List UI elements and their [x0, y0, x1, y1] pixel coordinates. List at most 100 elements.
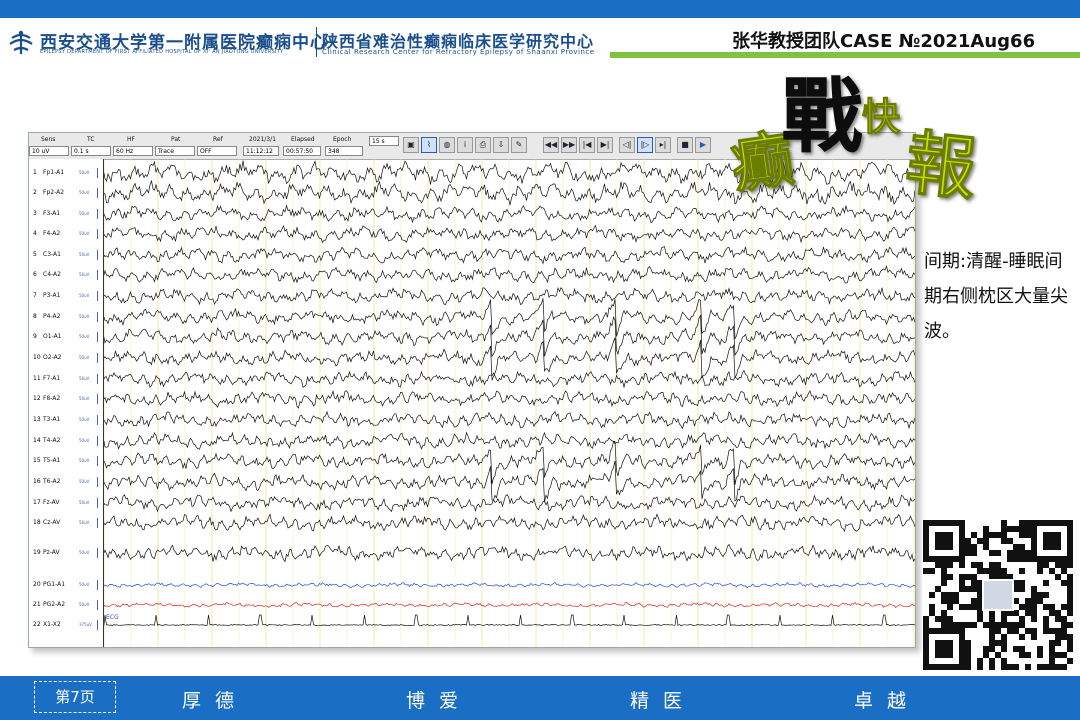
- qr-module: [1001, 538, 1007, 544]
- qr-module: [1031, 598, 1037, 604]
- qr-module: [1067, 574, 1073, 580]
- title-char-2: 戰: [782, 69, 862, 163]
- qr-module: [1025, 628, 1031, 634]
- channel-number: 7: [33, 292, 37, 299]
- qr-module: [1019, 616, 1025, 622]
- calibration-bar: [97, 229, 98, 239]
- channel-label: P4-A2: [43, 313, 61, 320]
- rewind-icon[interactable]: ◀◀: [543, 137, 559, 153]
- page-back-icon[interactable]: ◁|: [619, 137, 635, 153]
- pat-label: Pat: [171, 136, 181, 143]
- channel-label: Cz-AV: [43, 519, 61, 526]
- sens-select[interactable]: 10 uV: [29, 146, 69, 156]
- eeg-trace: [104, 389, 915, 409]
- globe-icon[interactable]: ◍: [439, 137, 455, 153]
- ref-select[interactable]: OFF: [197, 146, 237, 156]
- qr-module: [923, 616, 929, 622]
- go-end-icon[interactable]: ▶|: [597, 137, 613, 153]
- qr-module: [1019, 652, 1025, 658]
- tc-select[interactable]: 0.1 s: [71, 146, 111, 156]
- print-icon[interactable]: ⎙: [475, 137, 491, 153]
- calibration-bar: [97, 291, 98, 301]
- channel-label: C4-A2: [43, 271, 61, 278]
- qr-module: [1001, 568, 1007, 574]
- qr-module: [1067, 562, 1073, 568]
- qr-module: [1019, 646, 1025, 652]
- channel-number: 20: [33, 581, 41, 588]
- eeg-trace: [104, 601, 915, 608]
- motto-3: 精医: [630, 690, 697, 712]
- calibration-bar: [97, 415, 98, 425]
- qr-module: [1025, 532, 1031, 538]
- pat-select[interactable]: Trace: [155, 146, 195, 156]
- save-icon[interactable]: ▣: [403, 137, 419, 153]
- channel-scale: 50uV: [79, 376, 90, 381]
- calibration-bar: [97, 168, 98, 178]
- qr-module: [1043, 664, 1049, 670]
- qr-module: [1019, 622, 1025, 628]
- title-char-3: 快: [862, 94, 901, 139]
- qr-module: [1019, 544, 1025, 550]
- qr-module: [1067, 646, 1073, 652]
- qr-module: [1025, 598, 1031, 604]
- channel-scale: 50uV: [79, 602, 90, 607]
- page-forward-icon[interactable]: |▷: [637, 137, 653, 153]
- channel-number: 22: [33, 621, 41, 628]
- qr-module: [935, 616, 941, 622]
- qr-module: [971, 598, 977, 604]
- qr-module: [1019, 634, 1025, 640]
- qr-code-icon[interactable]: [922, 520, 1074, 670]
- eeg-viewer-window[interactable]: Sens TC HF Pat Ref 2021/3/1 Elapsed Epoc…: [28, 132, 916, 648]
- qr-module: [965, 622, 971, 628]
- channel-number: 6: [33, 271, 37, 278]
- hf-select[interactable]: 60 Hz: [113, 146, 153, 156]
- qr-module: [989, 562, 995, 568]
- qr-module: [995, 640, 1001, 646]
- qr-module: [1067, 634, 1073, 640]
- eeg-trace: [104, 431, 915, 450]
- channel-number: 3: [33, 210, 37, 217]
- qr-module: [1055, 562, 1061, 568]
- qr-module: [941, 592, 947, 598]
- qr-module: [941, 562, 947, 568]
- page-duration-select[interactable]: 15 s: [369, 136, 399, 146]
- channel-number: 18: [33, 519, 41, 526]
- qr-module: [1001, 616, 1007, 622]
- eeg-trace-area[interactable]: ECG: [104, 159, 915, 647]
- channel-scale: 50uV: [79, 396, 90, 401]
- montage-icon[interactable]: ⌇: [421, 137, 437, 153]
- qr-module: [953, 622, 959, 628]
- channel-number: 1: [33, 169, 37, 176]
- qr-module: [929, 592, 935, 598]
- qr-module: [995, 652, 1001, 658]
- qr-module: [989, 550, 995, 556]
- marker-icon[interactable]: ✎: [511, 137, 527, 153]
- qr-module: [989, 628, 995, 634]
- qr-module: [1043, 592, 1049, 598]
- stop-icon[interactable]: ■: [677, 137, 693, 153]
- channel-number: 17: [33, 499, 41, 506]
- export-icon[interactable]: ⇩: [493, 137, 509, 153]
- eeg-trace: [104, 337, 915, 381]
- info-icon[interactable]: i: [457, 137, 473, 153]
- qr-module: [1013, 646, 1019, 652]
- date-label: 2021/3/1: [249, 136, 276, 143]
- qr-module: [971, 622, 977, 628]
- go-start-icon[interactable]: |◀: [579, 137, 595, 153]
- qr-module: [1049, 628, 1055, 634]
- qr-module: [965, 544, 971, 550]
- channel-scale: 50uV: [79, 190, 90, 195]
- elapsed-label: Elapsed: [291, 136, 315, 143]
- qr-module: [971, 580, 977, 586]
- fast-forward-icon[interactable]: ▶▶: [561, 137, 577, 153]
- top-color-bar: [0, 0, 1080, 18]
- qr-module: [971, 604, 977, 610]
- step-icon[interactable]: ▸|: [655, 137, 671, 153]
- qr-module: [941, 616, 947, 622]
- qr-module: [929, 604, 935, 610]
- qr-module: [1037, 652, 1043, 658]
- qr-module: [965, 586, 971, 592]
- eeg-trace: [104, 581, 915, 589]
- qr-module: [1013, 622, 1019, 628]
- play-icon[interactable]: ▶: [695, 137, 711, 153]
